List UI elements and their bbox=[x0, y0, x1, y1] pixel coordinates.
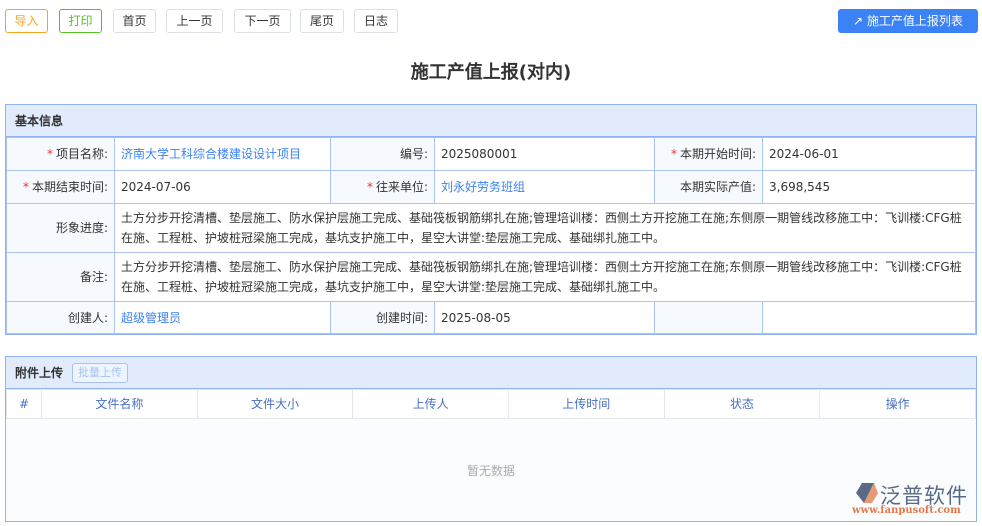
remark-label: 备注: bbox=[6, 252, 115, 302]
start-label: 本期开始时间: bbox=[679, 147, 756, 161]
attachment-section: 附件上传 批量上传 # 文件名称 文件大小 上传人 上传时间 状态 操作 暂无数… bbox=[5, 356, 977, 522]
creator-label: 创建人: bbox=[6, 301, 115, 334]
unit-label: 往来单位: bbox=[375, 180, 428, 194]
progress-value: 土方分步开挖清槽、垫层施工、防水保护层施工完成、基础筏板钢筋绑扎在施;管理培训楼… bbox=[114, 203, 976, 253]
project-link[interactable]: 济南大学工科综合楼建设设计项目 bbox=[121, 147, 301, 161]
empty-cell bbox=[654, 301, 763, 334]
list-button-label: 施工产值上报列表 bbox=[866, 14, 963, 28]
start-value: 2024-06-01 bbox=[762, 137, 976, 171]
code-value: 2025080001 bbox=[434, 137, 655, 171]
code-label: 编号: bbox=[330, 137, 435, 171]
empty-state: 暂无数据 bbox=[466, 464, 515, 478]
output-label: 本期实际产值: bbox=[654, 170, 763, 204]
remark-value: 土方分步开挖清槽、垫层施工、防水保护层施工完成、基础筏板钢筋绑扎在施;管理培训楼… bbox=[114, 252, 976, 302]
project-label: 项目名称: bbox=[55, 147, 108, 161]
col-upload-time: 上传时间 bbox=[507, 389, 665, 419]
progress-label: 形象进度: bbox=[6, 203, 115, 253]
first-page-button[interactable]: 首页 bbox=[113, 9, 156, 33]
col-filesize: 文件大小 bbox=[196, 389, 354, 419]
end-value: 2024-07-06 bbox=[114, 170, 331, 204]
trend-icon: ↗ bbox=[853, 14, 867, 28]
logo-url: www.fanpusoft.com bbox=[852, 505, 961, 516]
created-label: 创建时间: bbox=[330, 301, 435, 334]
prev-page-button[interactable]: 上一页 bbox=[166, 9, 223, 33]
print-button[interactable]: 打印 bbox=[59, 9, 102, 33]
log-button[interactable]: 日志 bbox=[354, 9, 398, 33]
list-button[interactable]: ↗ 施工产值上报列表 bbox=[838, 9, 978, 33]
end-label: 本期结束时间: bbox=[31, 180, 108, 194]
fanpu-logo: 泛普软件 www.fanpusoft.com bbox=[852, 480, 977, 520]
empty-cell bbox=[762, 301, 976, 334]
creator-link[interactable]: 超级管理员 bbox=[121, 311, 181, 325]
unit-link[interactable]: 刘永好劳务班组 bbox=[441, 180, 525, 194]
col-status: 状态 bbox=[663, 389, 821, 419]
col-filename: 文件名称 bbox=[41, 389, 198, 419]
logo-mark-icon bbox=[856, 483, 878, 503]
basic-info-heading: 基本信息 bbox=[6, 105, 976, 137]
next-page-button[interactable]: 下一页 bbox=[234, 9, 291, 33]
col-action: 操作 bbox=[819, 389, 976, 419]
basic-info-section: 基本信息 * 项目名称: 济南大学工科综合楼建设设计项目 编号: 20250800… bbox=[5, 104, 977, 335]
col-index: # bbox=[6, 389, 42, 419]
created-value: 2025-08-05 bbox=[434, 301, 655, 334]
batch-upload-button[interactable]: 批量上传 bbox=[72, 363, 128, 383]
col-uploader: 上传人 bbox=[352, 389, 509, 419]
last-page-button[interactable]: 尾页 bbox=[300, 9, 344, 33]
attachment-heading: 附件上传 bbox=[15, 366, 64, 380]
page-title: 施工产值上报(对内) bbox=[410, 62, 572, 83]
import-button[interactable]: 导入 bbox=[5, 9, 48, 33]
output-value: 3,698,545 bbox=[762, 170, 976, 204]
